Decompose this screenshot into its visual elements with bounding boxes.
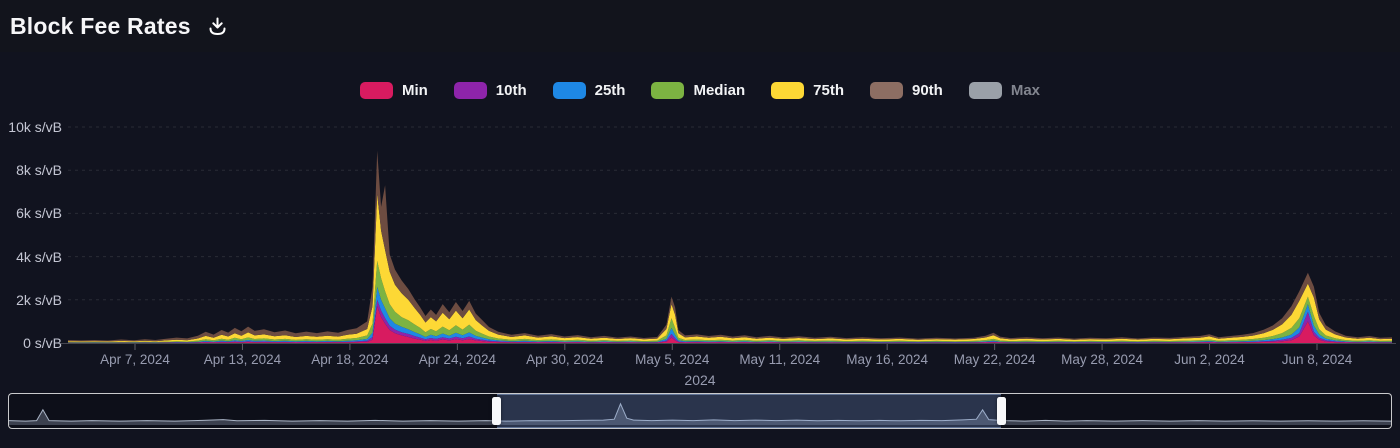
- x-axis-tick-label: May 22, 2024: [940, 352, 1050, 368]
- navigator-left-handle[interactable]: [492, 397, 501, 425]
- block-fee-rates-chart[interactable]: [0, 0, 1400, 392]
- x-axis-tick-label: Apr 18, 2024: [295, 352, 405, 368]
- x-axis-tick-label: May 11, 2024: [725, 352, 835, 368]
- x-axis-tick-label: May 16, 2024: [832, 352, 942, 368]
- y-axis-tick-label: 4k s/vB: [0, 248, 62, 266]
- y-axis-tick-label: 8k s/vB: [0, 161, 62, 179]
- y-axis-tick-label: 0 s/vB: [0, 334, 62, 352]
- y-axis-tick-label: 2k s/vB: [0, 291, 62, 309]
- x-axis-tick-label: Jun 8, 2024: [1262, 352, 1372, 368]
- series-band-75th: [68, 194, 1392, 342]
- y-axis-tick-label: 10k s/vB: [0, 118, 62, 136]
- y-axis-tick-label: 6k s/vB: [0, 204, 62, 222]
- x-axis-tick-label: Jun 2, 2024: [1155, 352, 1265, 368]
- navigator-right-handle[interactable]: [997, 397, 1006, 425]
- x-axis-tick-label: May 28, 2024: [1047, 352, 1157, 368]
- x-axis-tick-label: May 5, 2024: [617, 352, 727, 368]
- series-band-90th: [68, 151, 1392, 342]
- x-axis-year-label: 2024: [645, 372, 755, 388]
- zoom-navigator[interactable]: [8, 393, 1392, 429]
- navigator-selected-range[interactable]: [497, 394, 1001, 428]
- x-axis-tick-label: Apr 13, 2024: [187, 352, 297, 368]
- x-axis-tick-label: Apr 7, 2024: [80, 352, 190, 368]
- x-axis-tick-label: Apr 30, 2024: [510, 352, 620, 368]
- x-axis-tick-label: Apr 24, 2024: [402, 352, 512, 368]
